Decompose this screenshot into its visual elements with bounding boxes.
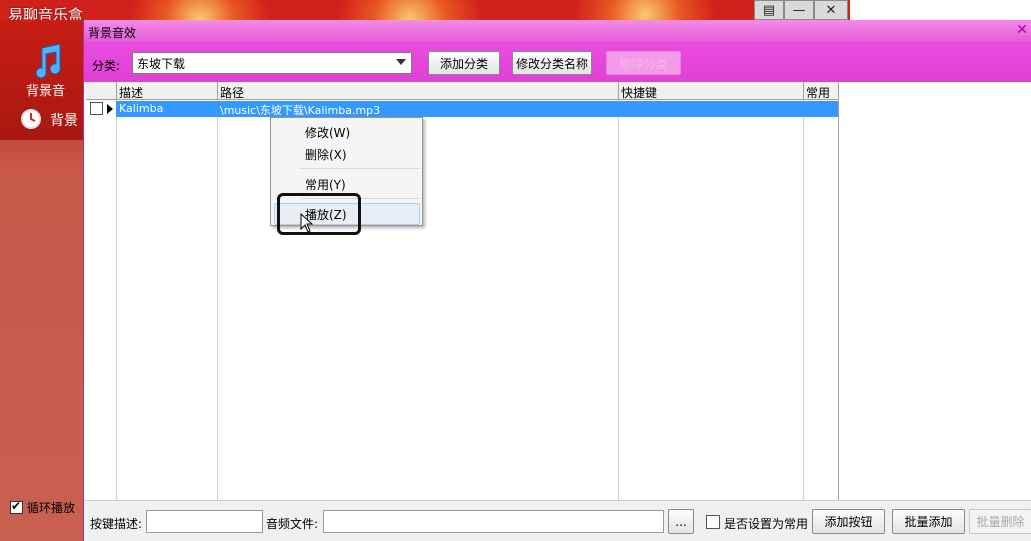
dialog-titlebar: 背景音效 ✕: [84, 20, 1031, 42]
checkbox-checked-icon[interactable]: [10, 499, 23, 514]
close-icon[interactable]: ✕: [1014, 22, 1030, 40]
menu-item-delete[interactable]: 删除(X): [305, 146, 347, 163]
column-divider: [217, 100, 218, 500]
bottom-form: 按键描述: 音频文件: ... 是否设置为常用 添加按钮 批量添加 批量删除: [84, 500, 1031, 541]
add-category-button[interactable]: 添加分类: [428, 51, 500, 75]
minimize-icon[interactable]: —: [784, 0, 814, 20]
row-path: \music\东坡下载\Kalimba.mp3: [220, 104, 381, 117]
column-divider: [116, 100, 117, 500]
set-common-checkbox[interactable]: [706, 515, 720, 529]
restore-icon[interactable]: ▤: [754, 0, 784, 20]
row-pointer-icon: [107, 104, 113, 114]
row-checkbox[interactable]: [90, 102, 103, 115]
row-description: Kalimba: [119, 102, 164, 115]
menu-item-common[interactable]: 常用(Y): [305, 176, 346, 193]
sound-table: 描述 路径 快捷键 常用 Kalimba \music\东坡下载\Kalimba…: [86, 82, 839, 500]
key-desc-input[interactable]: [146, 510, 263, 533]
column-header-common[interactable]: 常用: [804, 82, 839, 100]
loop-play-label: 循环播放: [27, 501, 76, 515]
row-common: [804, 101, 808, 117]
loop-play-checkbox[interactable]: 循环播放: [10, 499, 75, 516]
mouse-cursor-icon: [300, 213, 314, 233]
batch-delete-button[interactable]: 批量删除: [969, 509, 1031, 534]
dialog-title: 背景音效: [88, 26, 137, 40]
add-button-button[interactable]: 添加按钮: [812, 509, 885, 534]
sidebar: 背景音 背景: [0, 20, 83, 541]
row-hotkey: [619, 101, 623, 117]
sidebar-item-label: 背景音: [26, 84, 66, 99]
audio-file-label: 音频文件:: [266, 517, 319, 531]
background-sound-dialog: 背景音效 ✕ 分类: 东坡下载 添加分类 修改分类名称 删除分类 描述 路径 快…: [83, 20, 1031, 541]
set-common-label: 是否设置为常用: [724, 517, 809, 531]
category-label: 分类:: [92, 59, 121, 73]
batch-add-button[interactable]: 批量添加: [892, 509, 965, 534]
close-icon[interactable]: ✕: [814, 0, 848, 20]
music-note-icon: [35, 44, 61, 79]
checkbox-column-header: [86, 82, 117, 100]
menu-separator: [301, 168, 419, 169]
audio-file-input[interactable]: [323, 510, 664, 533]
table-header: 描述 路径 快捷键 常用: [86, 82, 839, 100]
category-value: 东坡下载: [137, 57, 186, 71]
column-header-hotkey[interactable]: 快捷键: [619, 82, 804, 100]
column-header-path[interactable]: 路径: [218, 82, 619, 100]
category-toolbar: 分类: 东坡下载 添加分类 修改分类名称 删除分类: [84, 42, 1031, 82]
column-divider: [618, 100, 619, 500]
highlight-annotation-box: [277, 193, 361, 235]
rename-category-button[interactable]: 修改分类名称: [512, 51, 592, 75]
sidebar-item-label[interactable]: 背景: [50, 110, 78, 130]
chevron-down-icon[interactable]: [396, 59, 406, 65]
clock-icon: [21, 109, 41, 129]
category-select[interactable]: 东坡下载: [132, 52, 412, 74]
column-header-description[interactable]: 描述: [117, 82, 218, 100]
column-divider: [803, 100, 804, 500]
key-desc-label: 按键描述:: [90, 517, 143, 531]
menu-item-edit[interactable]: 修改(W): [305, 124, 350, 141]
delete-category-button[interactable]: 删除分类: [606, 51, 681, 75]
browse-button[interactable]: ...: [668, 509, 694, 534]
